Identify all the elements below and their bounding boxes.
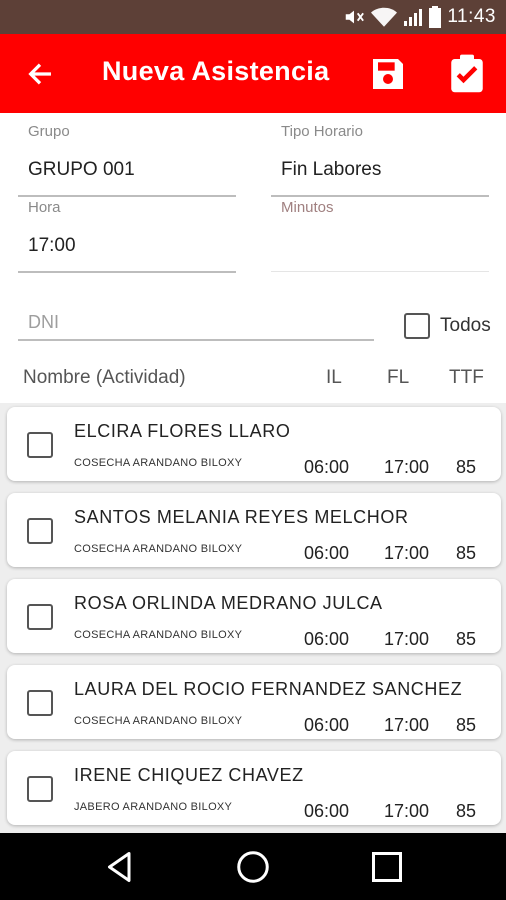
todos-label: Todos: [440, 315, 491, 336]
list-item[interactable]: LAURA DEL ROCIO FERNANDEZ SANCHEZ COSECH…: [7, 665, 501, 739]
recents-square-icon: [372, 852, 402, 882]
row-checkbox[interactable]: [27, 690, 53, 716]
tipo-horario-underline: [271, 195, 489, 197]
col-fl: FL: [387, 367, 410, 388]
list-item[interactable]: IRENE CHIQUEZ CHAVEZ JABERO ARANDANO BIL…: [7, 751, 501, 825]
table-header: Nombre (Actividad) IL FL TTF: [0, 363, 506, 393]
row-nombre: SANTOS MELANIA REYES MELCHOR: [74, 507, 409, 527]
grupo-value: GRUPO 001: [28, 159, 135, 180]
row-fl: 17:00: [384, 543, 430, 563]
row-il: 06:00: [304, 801, 350, 821]
app-bar: Nueva Asistencia: [0, 34, 506, 113]
back-button[interactable]: [20, 54, 60, 94]
clipboard-check-icon: [451, 54, 483, 93]
todos-checkbox[interactable]: [404, 313, 430, 339]
row-ttf: 85: [456, 543, 477, 563]
grupo-underline: [18, 195, 236, 197]
row-il: 06:00: [304, 457, 350, 477]
grupo-label: Grupo: [28, 123, 70, 140]
confirm-button[interactable]: [446, 52, 488, 94]
row-il: 06:00: [304, 543, 350, 563]
row-actividad: JABERO ARANDANO BILOXY: [74, 801, 233, 813]
tipo-horario-value: Fin Labores: [281, 159, 382, 180]
row-fl: 17:00: [384, 629, 430, 649]
nav-back-button[interactable]: [102, 849, 138, 885]
row-nombre: ROSA ORLINDA MEDRANO JULCA: [74, 593, 383, 613]
battery-icon: [429, 6, 442, 28]
row-fl: 17:00: [384, 715, 430, 735]
row-checkbox[interactable]: [27, 604, 53, 630]
row-ttf: 85: [456, 715, 477, 735]
minutos-underline: [271, 271, 489, 272]
row-ttf: 85: [456, 801, 477, 821]
row-fl: 17:00: [384, 801, 430, 821]
save-button[interactable]: [368, 54, 408, 94]
dni-input[interactable]: DNI: [18, 309, 374, 345]
minutos-field[interactable]: Minutos: [271, 199, 489, 275]
dni-placeholder: DNI: [28, 312, 59, 332]
nav-recents-button[interactable]: [369, 849, 405, 885]
back-arrow-icon: [28, 63, 51, 85]
list-item[interactable]: ROSA ORLINDA MEDRANO JULCA COSECHA ARAND…: [7, 579, 501, 653]
row-nombre: LAURA DEL ROCIO FERNANDEZ SANCHEZ: [74, 679, 463, 699]
row-nombre: ELCIRA FLORES LLARO: [74, 421, 291, 441]
status-bar: 11:43: [0, 0, 506, 34]
row-fl: 17:00: [384, 457, 430, 477]
system-nav-bar: [0, 833, 506, 900]
row-il: 06:00: [304, 715, 350, 735]
page-title: Nueva Asistencia: [102, 56, 330, 86]
col-il: IL: [326, 367, 342, 388]
row-checkbox[interactable]: [27, 776, 53, 802]
row-ttf: 85: [456, 629, 477, 649]
row-actividad: COSECHA ARANDANO BILOXY: [74, 457, 243, 469]
row-checkbox[interactable]: [27, 432, 53, 458]
row-actividad: COSECHA ARANDANO BILOXY: [74, 715, 243, 727]
todos-toggle[interactable]: Todos: [404, 313, 491, 339]
tipo-horario-field[interactable]: Tipo Horario Fin Labores: [271, 123, 489, 199]
row-nombre: IRENE CHIQUEZ CHAVEZ: [74, 765, 304, 785]
back-triangle-icon: [108, 852, 131, 882]
list-item[interactable]: ELCIRA FLORES LLARO COSECHA ARANDANO BIL…: [7, 407, 501, 481]
home-circle-icon: [237, 851, 269, 883]
hora-label: Hora: [28, 199, 61, 216]
status-time: 11:43: [447, 6, 496, 27]
col-ttf: TTF: [449, 367, 484, 388]
tipo-horario-label: Tipo Horario: [281, 123, 363, 140]
row-ttf: 85: [456, 457, 477, 477]
hora-field[interactable]: Hora 17:00: [18, 199, 236, 275]
row-actividad: COSECHA ARANDANO BILOXY: [74, 543, 243, 555]
wifi-icon: [371, 7, 398, 27]
mute-icon: [346, 10, 365, 24]
nav-home-button[interactable]: [235, 849, 271, 885]
minutos-label: Minutos: [281, 199, 334, 216]
row-il: 06:00: [304, 629, 350, 649]
grupo-field[interactable]: Grupo GRUPO 001: [18, 123, 236, 199]
list-item[interactable]: SANTOS MELANIA REYES MELCHOR COSECHA ARA…: [7, 493, 501, 567]
row-actividad: COSECHA ARANDANO BILOXY: [74, 629, 243, 641]
col-nombre: Nombre (Actividad): [23, 367, 186, 388]
row-checkbox[interactable]: [27, 518, 53, 544]
hora-value: 17:00: [28, 235, 76, 256]
save-icon: [373, 59, 403, 89]
attendance-form: Grupo GRUPO 001 Tipo Horario Fin Labores…: [0, 113, 506, 403]
dni-underline: [18, 339, 374, 341]
signal-icon: [404, 9, 423, 26]
hora-underline: [18, 271, 236, 273]
